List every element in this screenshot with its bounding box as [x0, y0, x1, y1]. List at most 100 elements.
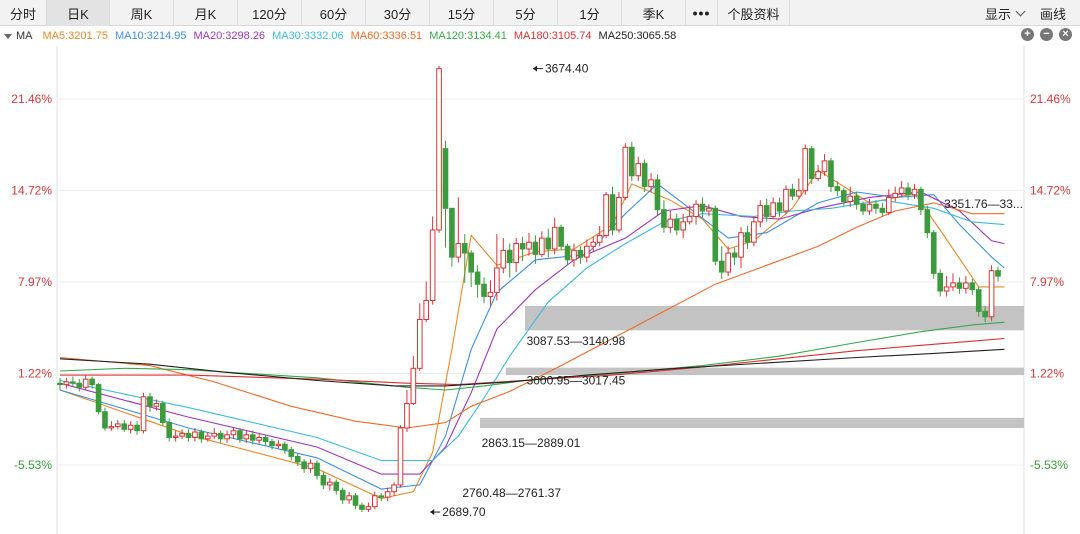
- tab-1min[interactable]: 1分: [558, 0, 622, 26]
- candle-body-up: [404, 403, 410, 429]
- candle-body-up: [885, 196, 892, 213]
- y-tick-label-right: 1.22%: [1030, 366, 1064, 380]
- candle-body-down: [121, 423, 128, 430]
- tab-120min[interactable]: 120分: [238, 0, 302, 26]
- candle-body-up: [770, 202, 776, 217]
- candle-body-down: [89, 378, 95, 386]
- candle-body-up: [230, 430, 237, 436]
- candle-body-up: [616, 196, 622, 231]
- remove-indicator-icon[interactable]: −: [1040, 28, 1053, 41]
- candle-body-down: [474, 271, 481, 285]
- tab-more[interactable]: •••: [686, 0, 718, 26]
- candle-body-up: [172, 435, 179, 438]
- candle-body-down: [314, 462, 320, 476]
- candle-body-down: [661, 209, 667, 228]
- candle-body-down: [294, 455, 301, 463]
- candle-body-down: [95, 384, 102, 413]
- candle-body-up: [140, 396, 147, 432]
- candle-body-down: [808, 148, 815, 179]
- candle-body-down: [628, 146, 635, 177]
- period-tab-bar: 分时 日K 周K 月K 120分 60分 30分 15分 5分 1分 季K ••…: [0, 0, 1080, 26]
- ma20-value: MA20:3298.26: [193, 30, 266, 42]
- tab-15min[interactable]: 15分: [430, 0, 494, 26]
- candle-body-up: [706, 207, 712, 212]
- candle-body-down: [159, 403, 166, 424]
- tab-5min[interactable]: 5分: [494, 0, 558, 26]
- gap-band: [480, 417, 1024, 428]
- caret-down-icon: [4, 33, 12, 39]
- candle-body-down: [166, 422, 173, 438]
- candle-body-down: [320, 474, 327, 486]
- candle-body-down: [449, 207, 455, 258]
- display-menu-button[interactable]: 显示: [975, 0, 1034, 26]
- chevron-down-icon: [1015, 6, 1026, 16]
- candle-body-up: [204, 435, 211, 440]
- candle-body-down: [558, 226, 564, 247]
- ma5-value: MA5:3201.75: [42, 30, 108, 42]
- candle-body-down: [519, 243, 526, 250]
- candle-body-up: [584, 245, 590, 258]
- gap-band: [525, 305, 1024, 331]
- candle-body-up: [898, 187, 905, 194]
- candle-body-up: [603, 194, 609, 236]
- ma60-value: MA60:3336.51: [350, 30, 423, 42]
- candle-body-up: [783, 188, 789, 212]
- candle-body-down: [545, 237, 552, 250]
- candle-body-down: [269, 441, 275, 447]
- candle-body-up: [108, 426, 115, 429]
- candle-body-down: [873, 203, 879, 209]
- tab-daily-k[interactable]: 日K: [47, 0, 110, 26]
- candle-body-down: [506, 249, 513, 264]
- candle-body-up: [346, 495, 352, 501]
- candle-body-down: [461, 243, 468, 254]
- y-tick-label-left: 1.22%: [18, 366, 52, 380]
- candle-body-down: [185, 432, 192, 438]
- candle-body-up: [667, 218, 674, 228]
- candle-body-up: [590, 241, 597, 247]
- candle-body-down: [789, 188, 796, 197]
- candle-body-down: [70, 381, 76, 384]
- tab-60min[interactable]: 60分: [302, 0, 366, 26]
- candle-body-up: [224, 434, 230, 440]
- candle-body-down: [481, 283, 487, 297]
- candle-body-up: [256, 436, 262, 441]
- candle-body-down: [840, 190, 847, 203]
- candle-body-down: [828, 160, 834, 188]
- candle-body-down: [468, 252, 474, 273]
- tab-stock-profile[interactable]: 个股资料: [718, 0, 790, 26]
- tab-spacer: [790, 0, 975, 25]
- candle-body-up: [275, 443, 282, 447]
- candle-body-up: [384, 491, 391, 498]
- tab-30min[interactable]: 30分: [366, 0, 430, 26]
- candle-body-down: [879, 207, 886, 213]
- close-indicator-icon[interactable]: ×: [1059, 28, 1072, 41]
- ma-indicator-toggle[interactable]: MA: [4, 30, 33, 42]
- ma180-value: MA180:3105.74: [513, 30, 592, 42]
- y-tick-label-left: 21.46%: [11, 92, 52, 106]
- ma-legend-bar: MA MA5:3201.75 MA10:3214.95 MA20:3298.26…: [0, 27, 1080, 45]
- tab-monthly-k[interactable]: 月K: [174, 0, 238, 26]
- candle-body-down: [333, 481, 340, 491]
- candle-body-up: [963, 282, 969, 289]
- candle-body-up: [751, 221, 757, 243]
- candle-body-down: [924, 209, 931, 234]
- ma250-value: MA250:3065.58: [598, 30, 677, 42]
- candle-body-up: [153, 403, 160, 407]
- annotation-arrowhead: [430, 509, 435, 516]
- candle-body-up: [307, 462, 314, 470]
- candle-body-down: [282, 443, 288, 451]
- indicator-controls: + − ×: [1021, 28, 1072, 41]
- candle-body-down: [930, 232, 937, 274]
- candle-body-down: [609, 194, 616, 231]
- tab-intraday[interactable]: 分时: [0, 0, 47, 26]
- candle-body-up: [866, 203, 873, 212]
- candle-body-up: [82, 378, 89, 388]
- tab-quarterly-k[interactable]: 季K: [622, 0, 686, 26]
- candle-body-up: [725, 252, 731, 273]
- ma10-value: MA10:3214.95: [114, 30, 187, 42]
- candle-body-up: [738, 232, 744, 258]
- add-indicator-icon[interactable]: +: [1021, 28, 1034, 41]
- draw-line-button[interactable]: 画线: [1034, 0, 1080, 26]
- candle-body-down: [198, 431, 205, 440]
- tab-weekly-k[interactable]: 周K: [110, 0, 174, 26]
